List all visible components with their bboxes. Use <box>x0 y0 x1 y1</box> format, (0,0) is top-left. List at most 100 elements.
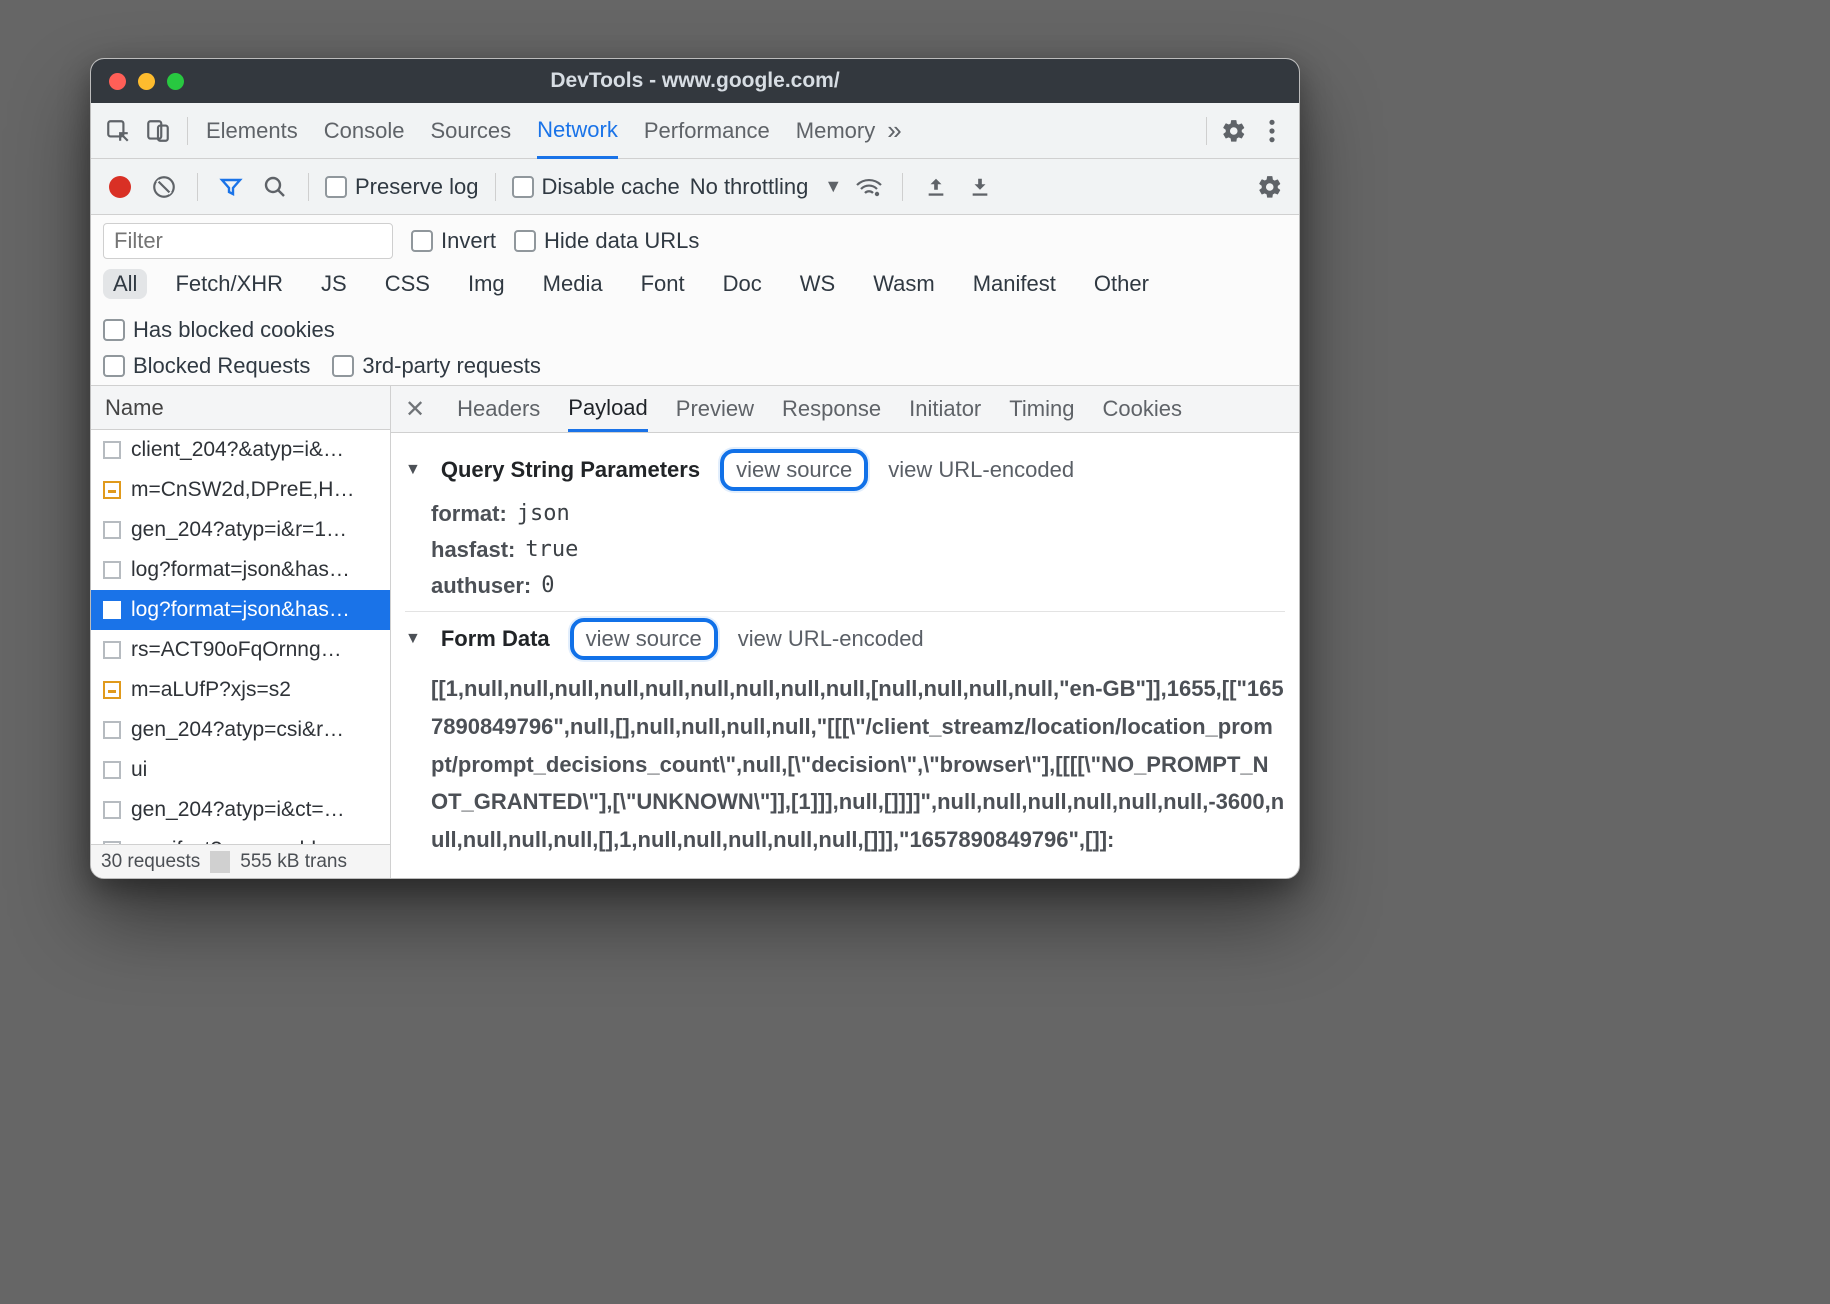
tab-sources[interactable]: Sources <box>430 103 511 158</box>
param-key: hasfast: <box>431 537 515 563</box>
kebab-menu-icon[interactable] <box>1255 114 1289 148</box>
request-row[interactable]: gen_204?atyp=i&ct=… <box>91 790 390 830</box>
param-value: true <box>525 537 578 563</box>
separator <box>197 173 198 201</box>
request-name: ui <box>131 758 147 782</box>
disclosure-triangle-icon[interactable]: ▼ <box>405 461 421 479</box>
clear-icon[interactable] <box>147 170 181 204</box>
detail-tab-response[interactable]: Response <box>782 386 881 432</box>
invert-checkbox[interactable]: Invert <box>411 228 496 254</box>
qsp-title: Query String Parameters <box>441 457 700 483</box>
hide-data-urls-label: Hide data URLs <box>544 228 699 254</box>
request-name: gen_204?atyp=i&r=1… <box>131 518 347 542</box>
invert-label: Invert <box>441 228 496 254</box>
more-tabs-chevron-icon[interactable]: » <box>881 115 907 146</box>
detail-tab-payload[interactable]: Payload <box>568 386 648 432</box>
disable-cache-checkbox[interactable]: Disable cache <box>512 174 680 200</box>
form-view-source-link[interactable]: view source <box>570 618 718 660</box>
param-key: format: <box>431 501 507 527</box>
qsp-view-source-link[interactable]: view source <box>720 449 868 491</box>
request-row[interactable]: gen_204?atyp=i&r=1… <box>91 510 390 550</box>
filter-type-css[interactable]: CSS <box>375 269 440 299</box>
blocked-requests-checkbox[interactable]: Blocked Requests <box>103 353 310 379</box>
tab-network[interactable]: Network <box>537 103 618 159</box>
separator <box>308 173 309 201</box>
record-button[interactable] <box>103 170 137 204</box>
request-row[interactable]: log?format=json&has… <box>91 550 390 590</box>
form-data-body: [[1,null,null,null,null,null,null,null,n… <box>431 670 1285 859</box>
filter-type-wasm[interactable]: Wasm <box>863 269 945 299</box>
throttling-select[interactable]: No throttling ▼ <box>690 174 842 200</box>
filter-type-font[interactable]: Font <box>631 269 695 299</box>
form-view-url-encoded-link[interactable]: view URL-encoded <box>738 626 924 652</box>
upload-har-icon[interactable] <box>919 170 953 204</box>
request-name: log?format=json&has… <box>131 558 350 582</box>
tab-memory[interactable]: Memory <box>796 103 875 158</box>
document-icon <box>103 641 121 659</box>
settings-gear-icon[interactable] <box>1217 114 1251 148</box>
query-string-section: ▼ Query String Parameters view source vi… <box>405 443 1285 612</box>
request-row[interactable]: rs=ACT90oFqOrnng… <box>91 630 390 670</box>
request-row[interactable]: log?format=json&has… <box>91 590 390 630</box>
request-name: log?format=json&has… <box>131 598 350 622</box>
hide-data-urls-checkbox[interactable]: Hide data URLs <box>514 228 699 254</box>
filter-type-manifest[interactable]: Manifest <box>963 269 1066 299</box>
request-row[interactable]: gen_204?atyp=csi&r… <box>91 710 390 750</box>
detail-tab-headers[interactable]: Headers <box>457 386 540 432</box>
request-detail-panel: ✕ Headers Payload Preview Response Initiator… <box>391 386 1299 878</box>
filter-type-fetch-xhr[interactable]: Fetch/XHR <box>165 269 293 299</box>
query-param: format:json <box>431 501 1285 527</box>
request-row[interactable]: manifest?pwa=webhp <box>91 830 390 844</box>
separator <box>210 851 230 873</box>
filter-type-media[interactable]: Media <box>533 269 613 299</box>
tab-elements[interactable]: Elements <box>206 103 298 158</box>
device-toolbar-icon[interactable] <box>141 114 175 148</box>
detail-tab-initiator[interactable]: Initiator <box>909 386 981 432</box>
network-conditions-icon[interactable] <box>852 170 886 204</box>
document-icon <box>103 601 121 619</box>
filter-type-js[interactable]: JS <box>311 269 357 299</box>
devtools-window: DevTools - www.google.com/ Elements Conso… <box>90 58 1300 879</box>
download-har-icon[interactable] <box>963 170 997 204</box>
request-name: rs=ACT90oFqOrnng… <box>131 638 342 662</box>
request-row[interactable]: client_204?&atyp=i&… <box>91 430 390 470</box>
document-icon <box>103 801 121 819</box>
status-request-count: 30 requests <box>91 851 210 873</box>
window-title: DevTools - www.google.com/ <box>91 69 1299 93</box>
filter-input[interactable] <box>103 223 393 259</box>
network-settings-gear-icon[interactable] <box>1253 170 1287 204</box>
form-data-title: Form Data <box>441 626 550 652</box>
request-row[interactable]: ui <box>91 750 390 790</box>
third-party-checkbox[interactable]: 3rd-party requests <box>332 353 541 379</box>
filter-icon[interactable] <box>214 170 248 204</box>
request-list-header[interactable]: Name <box>91 386 390 430</box>
filter-type-all[interactable]: All <box>103 269 147 299</box>
disable-cache-label: Disable cache <box>542 174 680 200</box>
inspect-element-icon[interactable] <box>101 114 135 148</box>
close-icon[interactable]: ✕ <box>405 395 429 424</box>
filter-type-ws[interactable]: WS <box>790 269 845 299</box>
filter-type-img[interactable]: Img <box>458 269 515 299</box>
detail-tab-preview[interactable]: Preview <box>676 386 754 432</box>
detail-tab-cookies[interactable]: Cookies <box>1102 386 1181 432</box>
search-icon[interactable] <box>258 170 292 204</box>
tab-performance[interactable]: Performance <box>644 103 770 158</box>
filter-type-other[interactable]: Other <box>1084 269 1159 299</box>
qsp-view-url-encoded-link[interactable]: view URL-encoded <box>888 457 1074 483</box>
separator <box>1206 117 1207 145</box>
tab-console[interactable]: Console <box>324 103 405 158</box>
document-icon <box>103 441 121 459</box>
separator <box>902 173 903 201</box>
preserve-log-label: Preserve log <box>355 174 479 200</box>
request-row[interactable]: m=CnSW2d,DPreE,H… <box>91 470 390 510</box>
preserve-log-checkbox[interactable]: Preserve log <box>325 174 479 200</box>
filter-bar: Invert Hide data URLs All Fetch/XHR JS CSS I… <box>91 215 1299 386</box>
document-icon <box>103 561 121 579</box>
status-bar: 30 requests 555 kB trans <box>91 844 390 878</box>
has-blocked-cookies-label: Has blocked cookies <box>133 317 335 343</box>
detail-tab-timing[interactable]: Timing <box>1009 386 1074 432</box>
request-row[interactable]: m=aLUfP?xjs=s2 <box>91 670 390 710</box>
disclosure-triangle-icon[interactable]: ▼ <box>405 630 421 648</box>
has-blocked-cookies-checkbox[interactable]: Has blocked cookies <box>103 317 335 343</box>
filter-type-doc[interactable]: Doc <box>713 269 772 299</box>
